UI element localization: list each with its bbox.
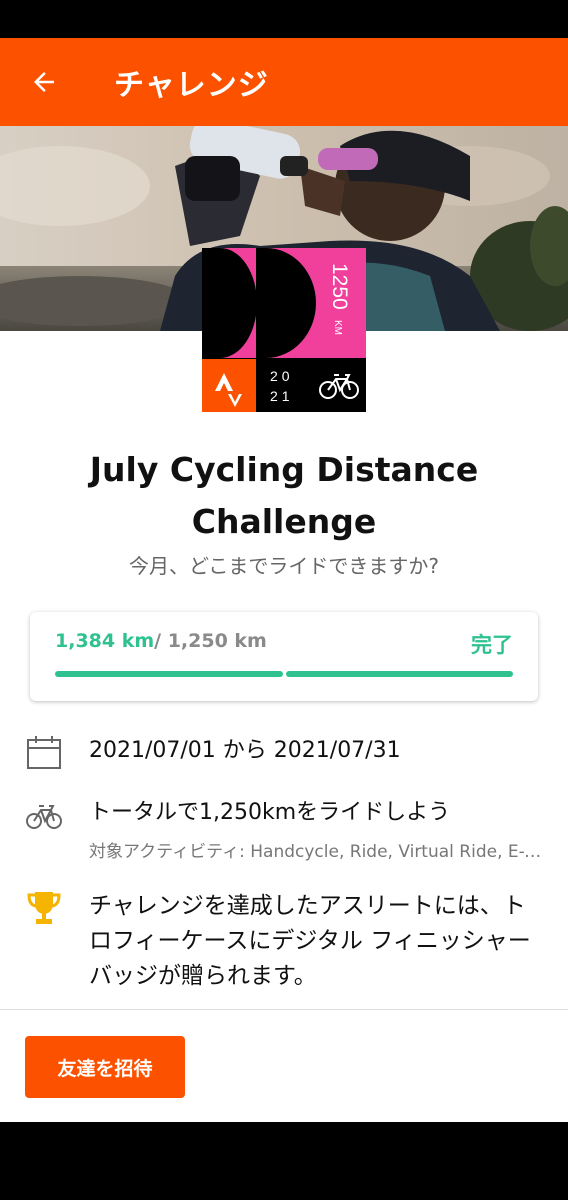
progress-bar xyxy=(55,671,513,677)
reward-description: チャレンジを達成したアスリートには、トロフィーケースにデジタル フィニッシャーバ… xyxy=(89,893,531,989)
progress-text: 1,384 km/ 1,250 km xyxy=(55,630,267,652)
badge-year-top: 20 xyxy=(270,368,294,384)
progress-bar-segment xyxy=(285,671,513,677)
back-button[interactable] xyxy=(0,38,88,126)
calendar-icon xyxy=(27,736,61,769)
eligible-activities: 対象アクティビティ: Handcycle, Ride, Virtual Ride… xyxy=(89,842,544,862)
challenge-goal: トータルで1,250kmをライドしよう xyxy=(89,800,451,825)
divider xyxy=(0,1009,568,1010)
challenge-dates: 2021/07/01 から 2021/07/31 xyxy=(89,738,401,763)
progress-status: 完了 xyxy=(471,633,513,657)
system-nav-bar xyxy=(0,1122,568,1200)
challenge-subtitle: 今月、どこまでライドできますか? xyxy=(128,554,439,578)
progress-card: 1,384 km/ 1,250 km 完了 xyxy=(30,612,538,701)
status-bar xyxy=(0,0,568,38)
invite-friends-button[interactable]: 友達を招待 xyxy=(25,1036,185,1098)
bicycle-icon xyxy=(26,805,62,829)
arrow-left-icon xyxy=(34,72,54,92)
challenge-badge: 1250 KM 20 21 xyxy=(202,248,366,412)
app-bar: チャレンジ xyxy=(0,38,568,126)
badge-distance: 1250 xyxy=(328,263,351,310)
trophy-icon xyxy=(27,892,61,924)
progress-current: 1,384 km xyxy=(55,630,155,652)
progress-goal: / 1,250 km xyxy=(154,630,267,652)
badge-year-bottom: 21 xyxy=(270,388,294,404)
badge-unit: KM xyxy=(332,320,343,335)
page-title: チャレンジ xyxy=(114,68,269,103)
progress-bar-segment xyxy=(55,671,283,677)
challenge-title: July Cycling Distance Challenge xyxy=(89,450,479,541)
